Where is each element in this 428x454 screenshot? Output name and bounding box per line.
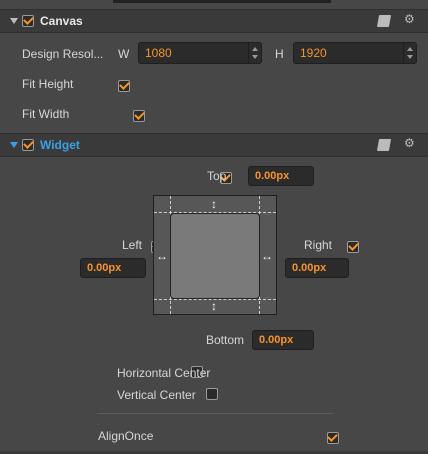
gear-icon[interactable] — [404, 12, 415, 26]
right-margin-arrow-icon: ↔ — [261, 249, 273, 263]
expand-triangle-icon[interactable] — [10, 142, 18, 148]
top-align-label: Top — [207, 169, 227, 183]
top-edge-bar — [113, 0, 331, 3]
height-stepper[interactable] — [403, 43, 416, 63]
top-offset-input[interactable]: 0.00px — [248, 166, 314, 186]
resolution-height-value: 1920 — [300, 46, 327, 60]
gear-icon[interactable] — [404, 136, 415, 150]
left-offset-value: 0.00px — [87, 262, 122, 274]
widget-title: Widget — [40, 138, 80, 152]
bottom-align-label: Bottom — [206, 333, 245, 347]
left-offset-input[interactable]: 0.00px — [80, 258, 146, 278]
right-align-checkbox[interactable] — [347, 241, 360, 253]
right-offset-input[interactable]: 0.00px — [285, 258, 349, 278]
horizontal-center-label: Horizontal Center — [117, 366, 211, 380]
resolution-height-input[interactable]: 1920 — [293, 42, 417, 64]
widget-preview-box — [170, 213, 260, 299]
canvas-section-header[interactable]: Canvas — [0, 9, 428, 33]
resolution-width-value: 1080 — [145, 46, 172, 60]
height-label: H — [275, 47, 284, 61]
right-align-label: Right — [304, 238, 333, 252]
width-label: W — [118, 47, 130, 61]
expand-triangle-icon[interactable] — [10, 18, 18, 24]
fit-width-label: Fit Width — [22, 107, 70, 121]
book-icon[interactable] — [376, 15, 392, 27]
top-margin-arrow-icon: ↕ — [211, 197, 217, 211]
top-offset-value: 0.00px — [255, 170, 290, 182]
bottom-offset-value: 0.00px — [259, 334, 294, 346]
align-once-label: AlignOnce — [98, 429, 154, 443]
widget-section-header[interactable]: Widget — [0, 133, 428, 157]
bottom-offset-input[interactable]: 0.00px — [252, 330, 314, 350]
resolution-width-input[interactable]: 1080 — [138, 42, 262, 64]
fit-width-checkbox[interactable] — [133, 110, 146, 122]
right-offset-value: 0.00px — [292, 262, 327, 274]
vertical-center-label: Vertical Center — [117, 388, 196, 402]
divider — [97, 413, 333, 414]
design-resolution-label: Design Resol... — [22, 47, 104, 61]
canvas-title: Canvas — [40, 14, 83, 28]
bottom-margin-arrow-icon: ↕ — [211, 299, 217, 313]
widget-enabled-checkbox[interactable] — [22, 139, 34, 151]
alignment-diagram: ↕ ↕ ↔ ↔ — [153, 195, 277, 315]
fit-height-label: Fit Height — [22, 77, 74, 91]
left-margin-arrow-icon: ↔ — [156, 249, 168, 263]
fit-height-checkbox[interactable] — [118, 80, 130, 92]
canvas-enabled-checkbox[interactable] — [22, 15, 34, 27]
width-stepper[interactable] — [248, 43, 261, 63]
align-once-checkbox[interactable] — [326, 432, 339, 444]
vertical-center-checkbox[interactable] — [206, 388, 219, 400]
book-icon[interactable] — [376, 139, 392, 151]
left-align-label: Left — [122, 238, 143, 252]
